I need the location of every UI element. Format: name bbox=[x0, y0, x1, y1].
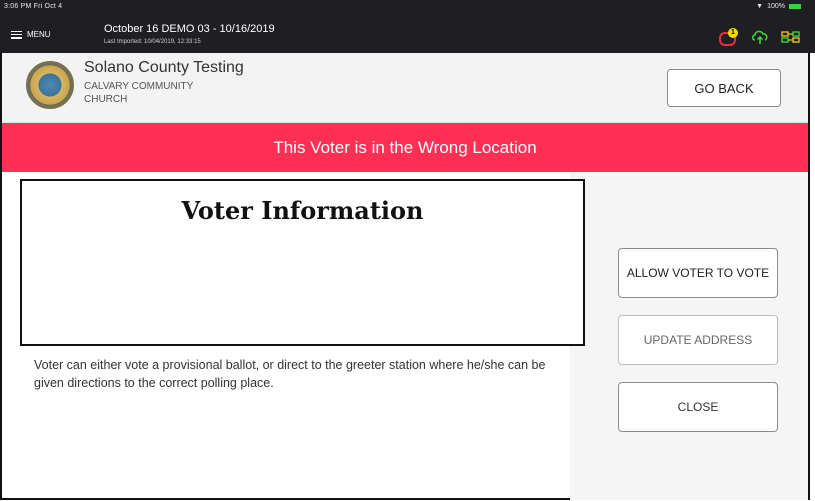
close-button[interactable]: CLOSE bbox=[618, 382, 778, 432]
menu-button[interactable]: MENU bbox=[11, 30, 51, 39]
voter-information-title: Voter Information bbox=[181, 196, 424, 225]
battery-icon bbox=[789, 4, 801, 9]
location-line-2: CHURCH bbox=[84, 94, 128, 105]
wrong-location-banner: This Voter is in the Wrong Location bbox=[2, 123, 808, 172]
last-import-text: Last Imported: 10/04/2019, 12:33:15 bbox=[104, 39, 201, 45]
battery-percent: 100% bbox=[767, 3, 785, 10]
alert-badge: 1 bbox=[728, 28, 738, 38]
devices-icon[interactable] bbox=[781, 30, 801, 44]
allow-voter-to-vote-button[interactable]: ALLOW VOTER TO VOTE bbox=[618, 248, 778, 298]
status-time-date: 3:06 PM Fri Oct 4 bbox=[4, 3, 62, 10]
cloud-alert-icon[interactable]: 1 bbox=[719, 28, 739, 46]
top-icons: 1 bbox=[719, 28, 801, 46]
status-indicators: ▼ 100% bbox=[756, 3, 801, 10]
status-time: 3:06 PM bbox=[4, 3, 32, 10]
location-header: Solano County Testing CALVARY COMMUNITY … bbox=[2, 53, 808, 123]
wifi-icon: ▼ bbox=[756, 3, 764, 10]
update-address-button[interactable]: UPDATE ADDRESS bbox=[618, 315, 778, 365]
hamburger-icon bbox=[11, 30, 22, 39]
go-back-button[interactable]: GO BACK bbox=[667, 69, 781, 107]
status-date: Fri Oct 4 bbox=[33, 3, 63, 10]
cloud-sync-icon[interactable] bbox=[751, 29, 769, 45]
location-line-1: CALVARY COMMUNITY bbox=[84, 81, 194, 92]
election-title: October 16 DEMO 03 - 10/16/2019 bbox=[104, 23, 275, 35]
top-app-bar: 3:06 PM Fri Oct 4 ▼ 100% MENU October 16… bbox=[0, 0, 815, 53]
instruction-message: Voter can either vote a provisional ball… bbox=[34, 358, 546, 390]
county-name: Solano County Testing bbox=[84, 59, 244, 76]
voter-information-box: Voter Information bbox=[20, 179, 585, 346]
polling-location: CALVARY COMMUNITY CHURCH bbox=[84, 80, 284, 106]
menu-label: MENU bbox=[27, 30, 51, 39]
county-seal-logo bbox=[26, 61, 74, 109]
